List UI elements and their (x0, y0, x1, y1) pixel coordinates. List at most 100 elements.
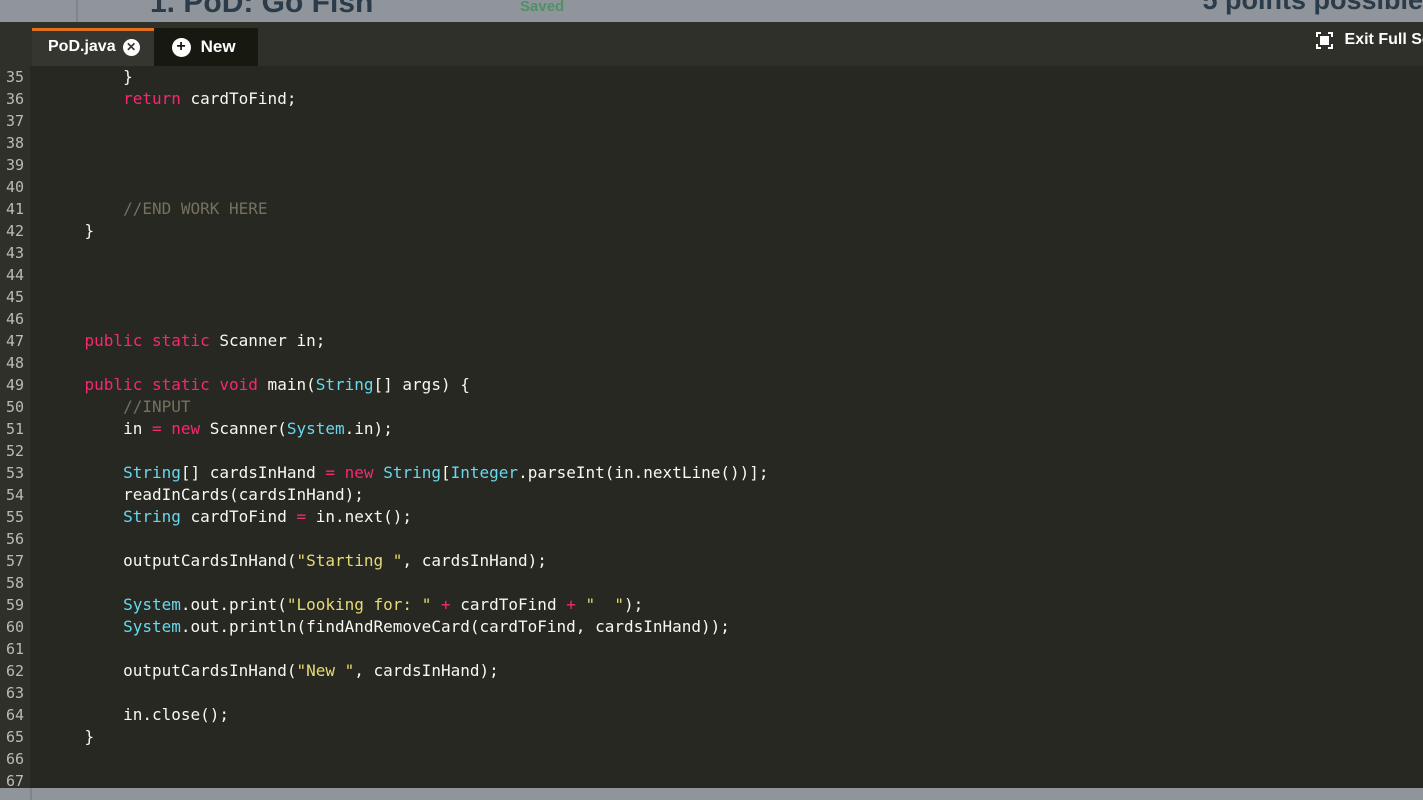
line-number: 59 (5, 596, 24, 614)
line-number: 48 (5, 354, 24, 372)
code-editor-surface[interactable]: 35 36 37 38 39 40 41 42 43 44 45 46 47 48 49 50 51 52 53 54… (0, 66, 1423, 788)
code-line[interactable]: } (46, 220, 769, 242)
plus-icon: + (171, 37, 191, 57)
file-tab-pod-java[interactable]: PoD.java ✕ (32, 28, 154, 66)
header-divider (76, 0, 78, 22)
new-file-button[interactable]: + New (153, 28, 258, 66)
code-line[interactable] (46, 154, 769, 176)
code-line[interactable]: //INPUT (46, 396, 769, 418)
line-number: 38 (5, 134, 24, 152)
code-line[interactable] (46, 528, 769, 550)
code-token: cardToFind (180, 507, 297, 526)
line-number: 55 (5, 508, 24, 526)
code-token: "Starting " (296, 551, 403, 570)
code-line[interactable] (46, 110, 769, 132)
code-token: "Looking for: " (286, 595, 432, 614)
line-number: 36 (5, 90, 24, 108)
code-line[interactable] (46, 308, 769, 330)
line-number: 43 (5, 244, 24, 262)
line-number: 56 (5, 530, 24, 548)
code-line[interactable]: outputCardsInHand("New ", cardsInHand); (46, 660, 769, 682)
code-token: = (325, 463, 335, 482)
code-token: , cardsInHand); (402, 551, 547, 570)
code-line[interactable] (46, 286, 769, 308)
code-line[interactable]: outputCardsInHand("Starting ", cardsInHa… (46, 550, 769, 572)
code-line[interactable]: System.out.println(findAndRemoveCard(car… (46, 616, 769, 638)
code-token: [] cardsInHand (180, 463, 326, 482)
code-line[interactable] (46, 638, 769, 660)
line-number: 60 (5, 618, 24, 636)
code-token: [] args) { (373, 375, 470, 394)
bottom-strip (0, 788, 1423, 800)
code-token: new (344, 463, 374, 482)
code-token: readInCards(cardsInHand); (46, 485, 364, 504)
code-token: cardToFind; (180, 89, 297, 108)
line-number: 58 (5, 574, 24, 592)
code-line[interactable]: //END WORK HERE (46, 198, 769, 220)
line-number: 35 (5, 68, 24, 86)
assignment-header: 1. PoD: Go Fish Saved 5 points possible (0, 0, 1423, 22)
line-number: 45 (5, 288, 24, 306)
exit-fullscreen-label: Exit Full Scr (1344, 31, 1423, 48)
code-token: } (46, 221, 95, 240)
code-line[interactable]: in.close(); (46, 704, 769, 726)
code-line[interactable]: public static void main(String[] args) { (46, 374, 769, 396)
line-number-gutter: 35 36 37 38 39 40 41 42 43 44 45 46 47 48 49 50 51 52 53 54… (0, 66, 40, 788)
code-line[interactable]: } (46, 726, 769, 748)
code-token: outputCardsInHand( (46, 661, 297, 680)
code-token: String (123, 507, 181, 526)
line-number: 65 (5, 728, 24, 746)
code-line[interactable]: System.out.print("Looking for: " + cardT… (46, 594, 769, 616)
exit-fullscreen-button[interactable]: Exit Full Scr (1315, 31, 1423, 49)
code-line[interactable] (46, 242, 769, 264)
code-line[interactable] (46, 176, 769, 198)
code-token: Scanner( (200, 419, 287, 438)
code-scroll-region[interactable]: } return cardToFind; //END WORK HERE } p… (30, 66, 1423, 788)
line-number: 51 (5, 420, 24, 438)
code-token: ); (624, 595, 644, 614)
code-line[interactable] (46, 132, 769, 154)
code-line[interactable]: return cardToFind; (46, 88, 769, 110)
code-token: System (123, 617, 181, 636)
code-token: String (315, 375, 374, 394)
line-number: 61 (5, 640, 24, 658)
code-line[interactable] (46, 352, 769, 374)
code-token: String (123, 463, 181, 482)
code-line[interactable]: readInCards(cardsInHand); (46, 484, 769, 506)
code-line[interactable] (46, 572, 769, 594)
code-token: [ (440, 463, 451, 482)
code-token: System (286, 419, 345, 438)
line-number: 57 (5, 552, 24, 570)
code-line[interactable]: String cardToFind = in.next(); (46, 506, 769, 528)
code-token: Scanner (219, 331, 287, 350)
code-token: //END WORK HERE (123, 199, 268, 218)
code-text[interactable]: } return cardToFind; //END WORK HERE } p… (30, 66, 769, 788)
code-line[interactable] (46, 770, 769, 788)
code-line[interactable] (46, 440, 769, 462)
code-editor-fullscreen: 1. PoD: Go Fish Saved 5 points possible … (0, 0, 1423, 800)
code-token: String (383, 463, 441, 482)
assignment-title: 1. PoD: Go Fish (150, 0, 374, 19)
editor-toolbar: PoD.java ✕ + New Exit Full Scr (0, 22, 1423, 66)
code-line[interactable]: public static Scanner in; (46, 330, 769, 352)
code-token: + (566, 595, 576, 614)
code-line[interactable]: } (46, 66, 769, 88)
code-line[interactable]: in = new Scanner(System.in); (46, 418, 769, 440)
code-line[interactable] (46, 264, 769, 286)
file-tab-strip: PoD.java ✕ + New (32, 28, 258, 66)
code-line[interactable] (46, 682, 769, 704)
line-number: 64 (5, 706, 24, 724)
code-line[interactable] (46, 748, 769, 770)
line-number: 66 (5, 750, 24, 768)
close-icon[interactable]: ✕ (122, 38, 140, 56)
code-line[interactable]: String[] cardsInHand = new String[Intege… (46, 462, 768, 484)
points-possible: 5 points possible (1202, 0, 1423, 15)
